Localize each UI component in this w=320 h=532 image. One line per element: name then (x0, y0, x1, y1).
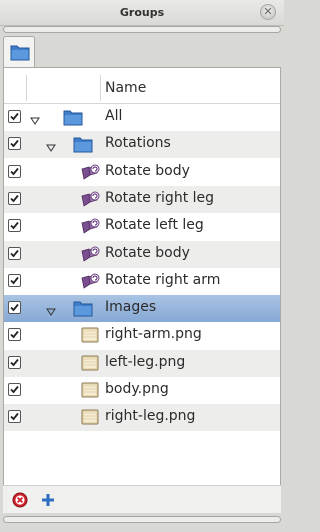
rotate-action-icon (80, 245, 100, 263)
visibility-checkbox[interactable] (8, 110, 21, 123)
row-label: right-leg.png (105, 408, 196, 425)
tree-row[interactable]: Images (4, 295, 280, 323)
row-label: Rotate right arm (105, 271, 221, 288)
folder-icon (73, 135, 93, 153)
rotate-action-icon (80, 272, 100, 290)
bottom-scrollbar[interactable] (3, 516, 281, 523)
tree-row[interactable]: Rotate body (4, 159, 280, 186)
groups-panel: Name All Rotations Rotate body Rotate right… (3, 67, 281, 513)
table-header: Name (4, 72, 280, 104)
bottom-toolbar (3, 485, 281, 513)
rotate-action-icon (80, 163, 100, 181)
image-file-icon (80, 408, 100, 426)
tree-row[interactable]: Rotate body (4, 240, 280, 268)
visibility-checkbox[interactable] (8, 301, 21, 315)
rotate-action-icon (80, 190, 100, 208)
visibility-checkbox[interactable] (8, 219, 21, 233)
tab-groups[interactable] (3, 36, 35, 68)
tree-row[interactable]: right-arm.png (4, 322, 280, 349)
expander-icon[interactable] (46, 138, 56, 153)
rotate-action-icon (80, 217, 100, 235)
visibility-checkbox[interactable] (8, 355, 21, 369)
visibility-checkbox[interactable] (8, 137, 21, 151)
visibility-checkbox[interactable] (8, 410, 21, 424)
image-file-icon (80, 326, 100, 344)
row-label: Images (105, 299, 157, 316)
row-label: left-leg.png (105, 353, 186, 370)
tree-row[interactable]: right-leg.png (4, 404, 280, 432)
visibility-checkbox[interactable] (8, 164, 21, 178)
row-label: body.png (105, 381, 169, 397)
visibility-checkbox[interactable] (8, 273, 21, 287)
tree-row[interactable]: All (4, 104, 280, 131)
tree-row[interactable]: left-leg.png (4, 349, 280, 377)
tree-row[interactable]: Rotate left leg (4, 213, 280, 240)
tree-row[interactable]: Rotate right arm (4, 268, 280, 295)
row-label: Rotate left leg (105, 217, 204, 234)
tree-row[interactable]: Rotate right leg (4, 185, 280, 213)
column-separator (26, 75, 27, 101)
image-file-icon (80, 381, 100, 399)
expander-icon[interactable] (30, 111, 40, 125)
image-file-icon (80, 354, 100, 372)
visibility-checkbox[interactable] (8, 328, 21, 342)
column-separator (100, 75, 101, 101)
folder-icon (73, 299, 93, 317)
row-label: Rotate body (105, 162, 190, 179)
row-label: Rotations (105, 135, 171, 152)
row-label: Rotate body (105, 244, 190, 261)
window-title: Groups (119, 6, 165, 19)
row-label: Rotate right leg (105, 189, 215, 206)
close-icon[interactable]: ✕ (260, 4, 276, 20)
tree-row[interactable]: body.png (4, 377, 280, 404)
visibility-checkbox[interactable] (8, 383, 21, 396)
top-scrollbar[interactable] (3, 26, 281, 33)
folder-icon (10, 45, 30, 61)
folder-icon (63, 108, 83, 126)
add-icon[interactable] (40, 492, 56, 508)
visibility-checkbox[interactable] (8, 191, 21, 205)
column-name[interactable]: Name (105, 80, 146, 96)
expander-icon[interactable] (46, 302, 56, 316)
remove-icon[interactable] (12, 492, 28, 508)
row-label: All (105, 108, 123, 124)
visibility-checkbox[interactable] (8, 246, 21, 260)
tree-row[interactable]: Rotations (4, 131, 280, 159)
row-label: right-arm.png (105, 326, 202, 343)
title-bar: Groups ✕ (0, 0, 284, 26)
